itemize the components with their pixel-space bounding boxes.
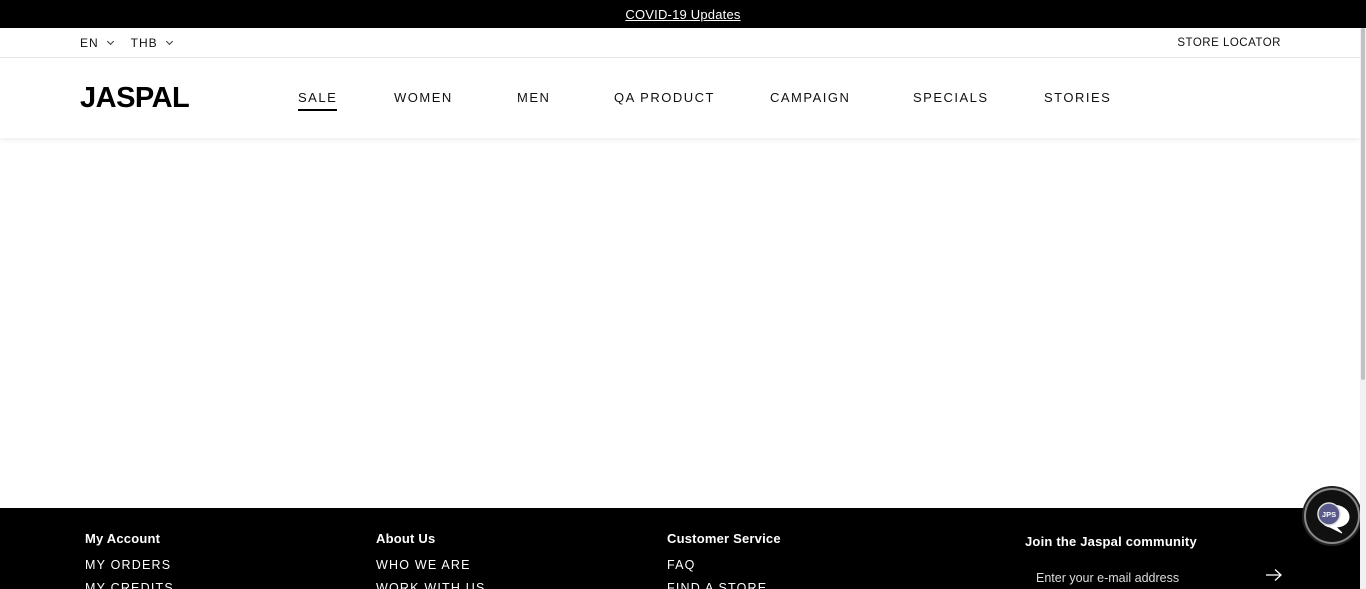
newsletter-title: Join the Jaspal community <box>1025 534 1197 549</box>
nav-item-stories[interactable]: STORIES <box>1044 90 1111 105</box>
footer: My Account MY ORDERS MY CREDITS About Us… <box>0 508 1360 589</box>
scrollbar-thumb[interactable] <box>1361 28 1365 380</box>
footer-column-title: My Account <box>85 531 161 546</box>
footer-column-about-us: About Us WHO WE ARE WORK WITH US <box>376 531 486 589</box>
language-value: EN <box>80 36 99 50</box>
footer-link-who-we-are[interactable]: WHO WE ARE <box>376 558 486 572</box>
nav-item-specials[interactable]: SPECIALS <box>913 90 989 105</box>
covid-updates-link[interactable]: COVID-19 Updates <box>625 7 740 22</box>
footer-column-title: Customer Service <box>667 531 781 546</box>
announcement-bar: COVID-19 Updates <box>0 0 1366 28</box>
nav-item-women[interactable]: WOMEN <box>394 90 453 105</box>
currency-selector[interactable]: THB <box>130 36 173 50</box>
utility-bar: EN THB STORE LOCATOR <box>0 28 1360 58</box>
nav-item-campaign[interactable]: CAMPAIGN <box>770 90 850 105</box>
arrow-right-icon[interactable] <box>1265 568 1283 582</box>
logo[interactable]: JASPAL <box>80 82 190 115</box>
nav-item-men[interactable]: MEN <box>517 90 550 105</box>
chevron-down-icon <box>165 37 173 46</box>
newsletter: Join the Jaspal community <box>1025 534 1285 588</box>
chat-bubble-icon: JPS <box>1317 502 1350 534</box>
scrollbar[interactable] <box>1360 28 1366 589</box>
footer-link-faq[interactable]: FAQ <box>667 558 781 572</box>
footer-column-customer-service: Customer Service FAQ FIND A STORE <box>667 531 781 589</box>
footer-link-work-with-us[interactable]: WORK WITH US <box>376 581 486 589</box>
store-locator-link[interactable]: STORE LOCATOR <box>1177 28 1281 58</box>
footer-link-my-credits[interactable]: MY CREDITS <box>85 581 174 589</box>
footer-link-find-a-store[interactable]: FIND A STORE <box>667 581 781 589</box>
chat-label: JPS <box>1322 510 1336 519</box>
locale-selectors: EN THB <box>80 28 173 58</box>
main-header: JASPAL SALE WOMEN MEN QA PRODUCT CAMPAIG… <box>0 58 1360 138</box>
chevron-down-icon <box>106 37 114 46</box>
nav-item-qa-product[interactable]: QA PRODUCT <box>614 90 715 105</box>
currency-value: THB <box>130 36 158 50</box>
footer-column-my-account: My Account MY ORDERS MY CREDITS <box>85 531 174 589</box>
newsletter-email-input[interactable] <box>1025 568 1255 588</box>
nav-item-sale[interactable]: SALE <box>298 90 338 111</box>
chat-button[interactable]: JPS <box>1304 488 1360 544</box>
language-selector[interactable]: EN <box>80 36 114 50</box>
footer-link-my-orders[interactable]: MY ORDERS <box>85 558 174 572</box>
footer-column-title: About Us <box>376 531 436 546</box>
page: COVID-19 Updates EN THB STORE LOCATOR JA… <box>0 0 1366 589</box>
